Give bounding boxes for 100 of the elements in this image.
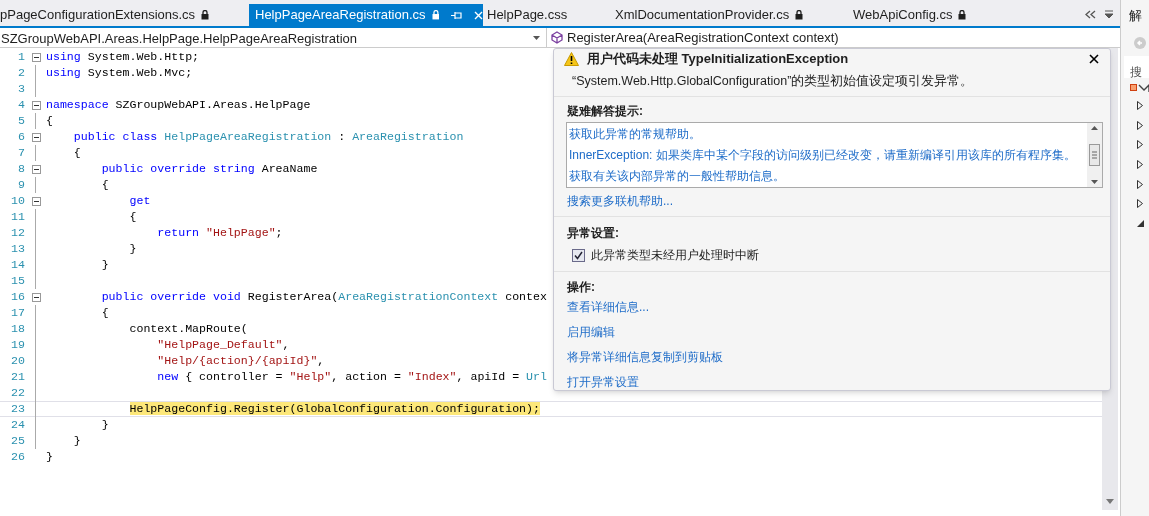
line-number: 11: [10, 209, 26, 226]
code-line: context.MapRoute(: [128, 321, 248, 338]
collapse-icon[interactable]: [31, 197, 41, 206]
member-dropdown-text: RegisterArea(AreaRegistrationContext context): [567, 29, 839, 47]
member-dropdown[interactable]: RegisterArea(AreaRegistrationContext context): [547, 28, 1107, 48]
code-line: get: [128, 193, 151, 210]
expand-arrow-icon[interactable]: [1137, 179, 1143, 189]
code-line: public class HelpPageAreaRegistration : AreaRegistration: [72, 129, 464, 146]
line-number: 17: [10, 305, 26, 322]
file-tab[interactable]: XmlDocumentationProvider.cs: [595, 4, 840, 26]
close-icon: [1089, 53, 1099, 64]
file-tab[interactable]: HelpPageAreaRegistration.cs: [249, 4, 483, 26]
line-number: 6: [17, 129, 26, 146]
pin-icon[interactable]: [451, 10, 463, 20]
line-number: 15: [10, 273, 26, 290]
expand-arrow-icon[interactable]: [1137, 199, 1143, 209]
expand-arrow-icon[interactable]: [1137, 140, 1143, 150]
action-link[interactable]: 查看详细信息...: [567, 299, 649, 317]
line-number: 16: [10, 289, 26, 306]
collapse-icon[interactable]: [31, 101, 41, 110]
collapse-icon[interactable]: [31, 53, 41, 62]
action-link[interactable]: 将异常详细信息复制到剪贴板: [567, 349, 723, 367]
code-line: namespace SZGroupWebAPI.Areas.HelpPage: [46, 97, 311, 114]
help-link[interactable]: InnerException: 如果类库中某个字段的访问级别已经改变，请重新编译引用该库的所有程序集。: [569, 145, 1076, 167]
collapse-icon[interactable]: [31, 133, 41, 142]
dropdown-arrow-icon: [533, 36, 540, 40]
code-line: }: [46, 449, 53, 466]
code-line: {: [100, 177, 109, 194]
collapse-icon[interactable]: [31, 165, 41, 174]
popup-title: 用户代码未处理 TypeInitializationException: [587, 50, 849, 68]
checkbox-label: 此异常类型未经用户处理时中断: [591, 247, 759, 265]
line-number: 25: [10, 433, 26, 450]
line-number: 3: [17, 81, 26, 98]
code-line: {: [72, 145, 81, 162]
line-number: 21: [10, 369, 26, 386]
scroll-down-icon: [1091, 180, 1098, 185]
collapse-icon[interactable]: [31, 293, 41, 302]
code-line: using System.Web.Mvc;: [46, 65, 193, 82]
code-line: public override string AreaName: [100, 161, 318, 178]
line-number: 8: [17, 161, 26, 178]
code-line: return "HelpPage";: [156, 225, 283, 242]
help-link[interactable]: 获取此异常的常规帮助。: [569, 124, 701, 146]
action-link[interactable]: 启用编辑: [567, 324, 615, 342]
section-heading: 操作:: [567, 279, 596, 297]
line-number: 22: [10, 385, 26, 402]
expand-arrow-icon[interactable]: [1137, 120, 1143, 130]
solution-icon: [1130, 81, 1149, 94]
line-number: 18: [10, 321, 26, 338]
panel-title: 解: [1129, 7, 1143, 25]
code-line: public override void RegisterArea(AreaRegistrationContext contex: [100, 289, 547, 306]
section-heading: 异常设置:: [567, 225, 620, 243]
line-number: 5: [17, 113, 26, 130]
file-tab[interactable]: pPageConfigurationExtensions.cs: [0, 4, 249, 26]
code-line: }: [100, 257, 109, 274]
line-number: 12: [10, 225, 26, 242]
scroll-thumb-icon[interactable]: [1089, 144, 1100, 167]
search-field[interactable]: 搜: [1124, 55, 1149, 78]
checkbox[interactable]: [572, 248, 585, 262]
code-line: }: [72, 433, 81, 450]
scroll-up-icon: [1091, 126, 1098, 131]
line-number: 23: [10, 401, 26, 418]
line-number: 19: [10, 337, 26, 354]
help-link[interactable]: 获取有关该内部异常的一般性帮助信息。: [569, 166, 785, 188]
list-scrollbar[interactable]: [1087, 123, 1102, 188]
line-number: 13: [10, 241, 26, 258]
exception-message: “System.Web.Http.GlobalConfiguration”的类型初始值设定项引发异常。: [572, 72, 975, 90]
line-number: 24: [10, 417, 26, 434]
cube-icon: [551, 31, 563, 44]
dropdown-icon[interactable]: [1104, 10, 1114, 19]
expand-arrow-icon[interactable]: [1137, 100, 1143, 110]
scroll-tabs-icon[interactable]: [1085, 10, 1096, 19]
file-tab[interactable]: WebApiConfig.cs: [840, 4, 1040, 26]
collapse-arrow-icon[interactable]: [1137, 219, 1144, 227]
line-number: 26: [10, 449, 26, 466]
action-link[interactable]: 打开异常设置: [567, 374, 639, 392]
line-number: 14: [10, 257, 26, 274]
close-icon[interactable]: [474, 10, 483, 20]
code-line: "HelpPage_Default",: [156, 337, 290, 354]
code-line: }: [128, 241, 137, 258]
search-online-link[interactable]: 搜索更多联机帮助...: [567, 192, 673, 211]
line-number: 9: [17, 177, 26, 194]
type-dropdown-text: SZGroupWebAPI.Areas.HelpPage.HelpPageAreaRegistration: [1, 30, 357, 48]
code-line: {: [128, 209, 137, 226]
code-line: {: [46, 113, 53, 130]
line-number: 10: [10, 193, 26, 210]
code-line: {: [100, 305, 109, 322]
line-number: 4: [17, 97, 26, 114]
scroll-down-icon: [1106, 499, 1114, 504]
code-line: new { controller = "Help", action = "Index", apiId = Url: [156, 369, 547, 386]
file-tab[interactable]: HelpPage.css: [483, 4, 595, 26]
line-number: 20: [10, 353, 26, 370]
code-line: using System.Web.Http;: [46, 49, 200, 66]
line-number: 2: [17, 65, 26, 82]
code-line: "Help/{action}/{apiId}",: [156, 353, 325, 370]
line-number: 7: [17, 145, 26, 162]
section-heading: 疑难解答提示:: [567, 103, 644, 121]
line-number: 1: [17, 49, 26, 66]
expand-arrow-icon[interactable]: [1137, 159, 1143, 169]
code-line: }: [100, 417, 109, 434]
warning-icon: [564, 51, 579, 66]
